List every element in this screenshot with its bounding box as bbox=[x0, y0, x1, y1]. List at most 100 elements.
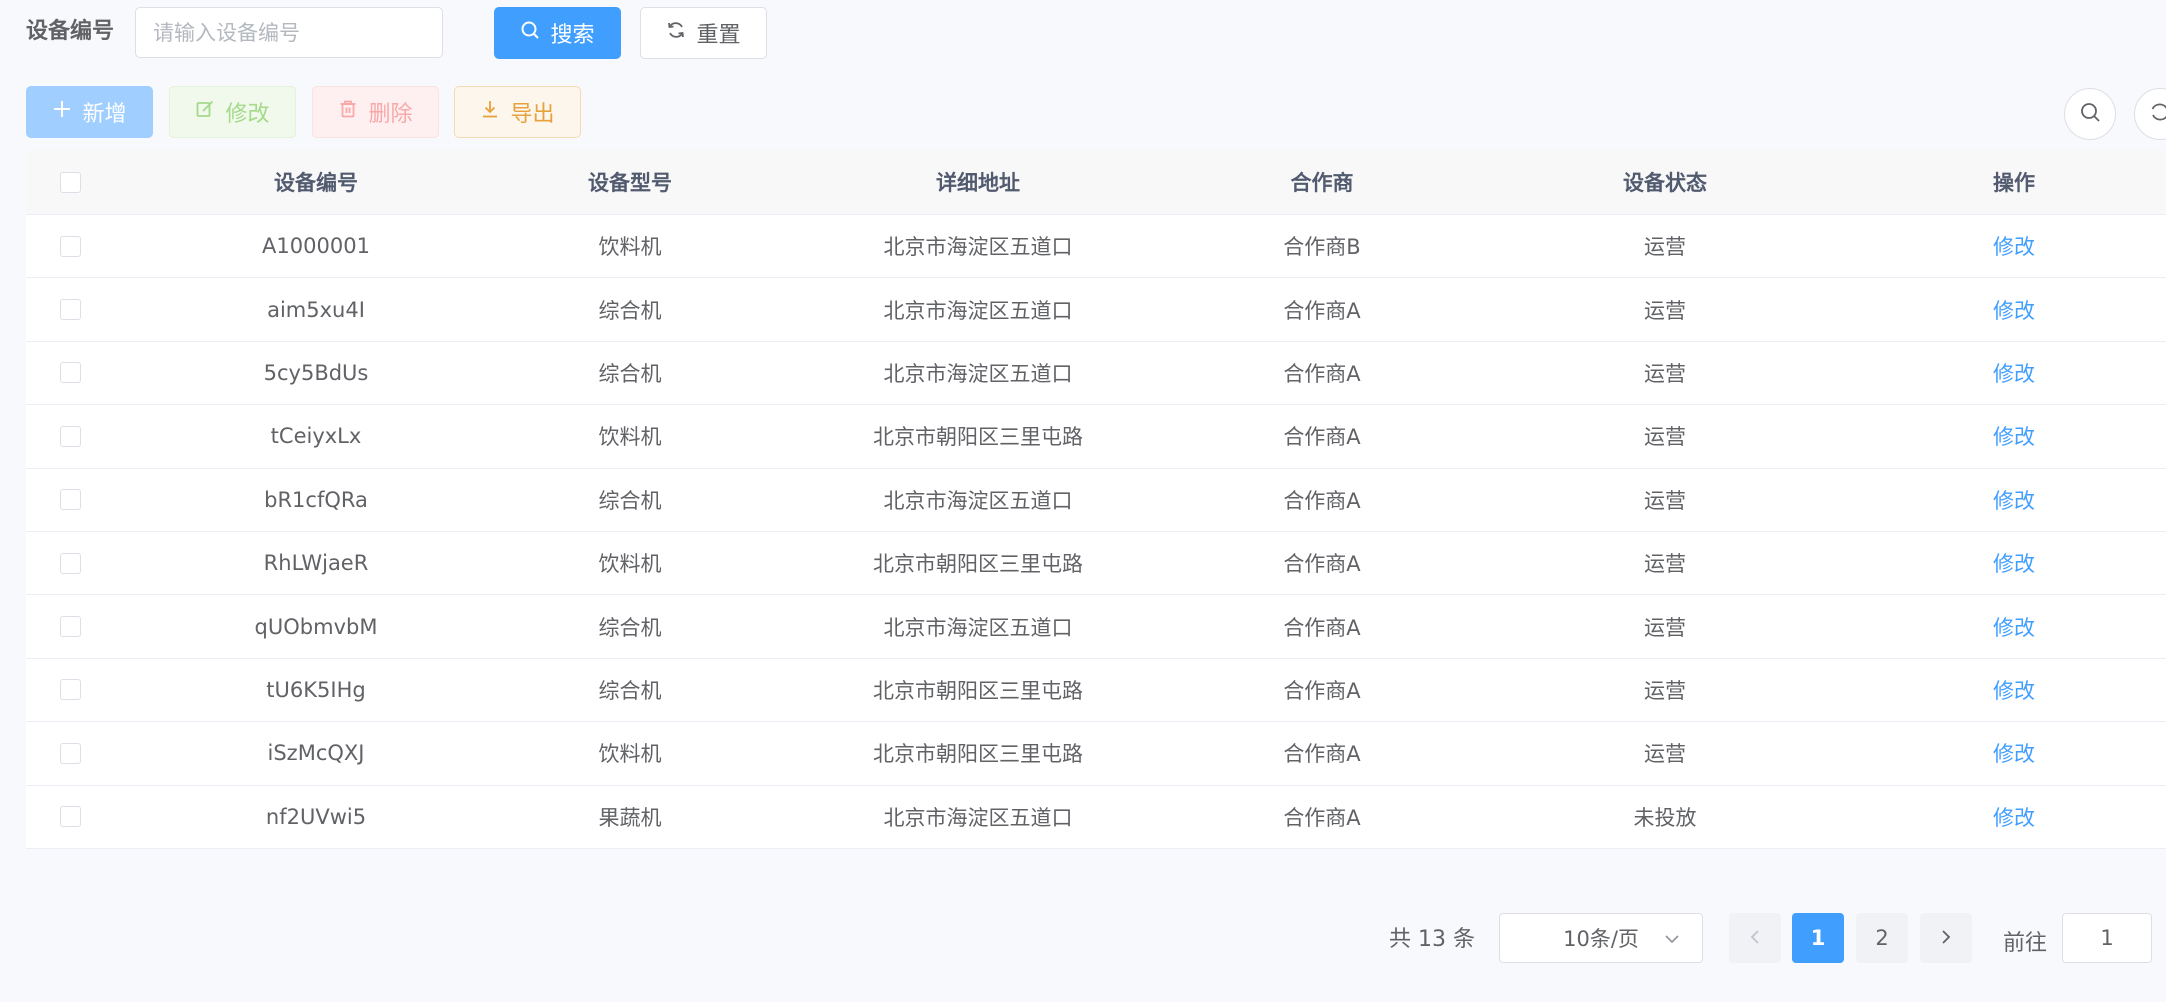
row-actions: 修改 bbox=[1812, 469, 2166, 531]
page-1-button[interactable]: 1 bbox=[1792, 913, 1844, 963]
device-model-cell: 综合机 bbox=[598, 298, 662, 323]
trash-icon bbox=[338, 99, 358, 125]
device-model-cell: 饮料机 bbox=[598, 742, 662, 767]
plus-icon bbox=[52, 99, 72, 125]
row-checkbox-cell bbox=[26, 278, 114, 340]
row-edit-link[interactable]: 修改 bbox=[1993, 231, 2035, 261]
page-size-value: 10条/页 bbox=[1563, 927, 1639, 951]
row-checkbox-cell bbox=[26, 532, 114, 594]
page-2-button[interactable]: 2 bbox=[1856, 913, 1908, 963]
table-row: tU6K5IHg 综合机 北京市朝阳区三里屯路 合作商A 运营 修改 bbox=[26, 658, 2166, 723]
row-checkbox[interactable] bbox=[59, 742, 81, 764]
row-checkbox[interactable] bbox=[59, 806, 81, 828]
edit-button-label: 修改 bbox=[225, 102, 270, 127]
row-checkbox[interactable] bbox=[59, 299, 81, 321]
refresh-icon bbox=[666, 20, 686, 46]
device-model-cell: 综合机 bbox=[598, 678, 662, 703]
table-row: 5cy5BdUs 综合机 北京市海淀区五道口 合作商A 运营 修改 bbox=[26, 341, 2166, 406]
row-actions: 修改 bbox=[1812, 278, 2166, 340]
table-row: A1000001 饮料机 北京市海淀区五道口 合作商B 运营 修改 bbox=[26, 215, 2166, 279]
row-edit-link[interactable]: 修改 bbox=[1993, 548, 2035, 578]
device-model-cell: 果蔬机 bbox=[598, 805, 662, 830]
row-actions: 修改 bbox=[1812, 595, 2166, 657]
table-row: tCeiyxLx 饮料机 北京市朝阳区三里屯路 合作商A 运营 修改 bbox=[26, 405, 2166, 469]
select-all-checkbox[interactable] bbox=[59, 171, 81, 193]
row-actions: 修改 bbox=[1812, 659, 2166, 721]
page-size-select[interactable]: 10条/页 bbox=[1499, 913, 1703, 963]
next-page-button[interactable] bbox=[1920, 913, 1972, 963]
row-edit-link[interactable]: 修改 bbox=[1993, 485, 2035, 515]
row-edit-link[interactable]: 修改 bbox=[1993, 738, 2035, 768]
device-code-label: 设备编号 bbox=[26, 19, 115, 44]
delete-button-label: 删除 bbox=[368, 102, 413, 127]
search-icon bbox=[2079, 101, 2101, 127]
row-checkbox[interactable] bbox=[59, 489, 81, 511]
row-checkbox-cell bbox=[26, 722, 114, 784]
row-edit-link[interactable]: 修改 bbox=[1993, 675, 2035, 705]
row-checkbox[interactable] bbox=[59, 425, 81, 447]
header-device-status: 设备状态 bbox=[1623, 171, 1707, 195]
search-button[interactable]: 搜索 bbox=[494, 7, 621, 59]
edit-button[interactable]: 修改 bbox=[169, 86, 296, 138]
table-row: RhLWjaeR 饮料机 北京市朝阳区三里屯路 合作商A 运营 修改 bbox=[26, 531, 2166, 596]
row-checkbox-cell bbox=[26, 215, 114, 277]
row-edit-link[interactable]: 修改 bbox=[1993, 295, 2035, 325]
reset-button-label: 重置 bbox=[696, 23, 741, 48]
header-checkbox-cell bbox=[26, 150, 114, 214]
table-row: aim5xu4I 综合机 北京市海淀区五道口 合作商A 运营 修改 bbox=[26, 278, 2166, 342]
row-checkbox[interactable] bbox=[59, 235, 81, 257]
device-table: 设备编号 设备型号 详细地址 合作商 设备状态 操作 A1000001 饮料机 … bbox=[26, 150, 2166, 849]
row-actions: 修改 bbox=[1812, 342, 2166, 404]
row-checkbox-cell bbox=[26, 659, 114, 721]
row-checkbox[interactable] bbox=[59, 362, 81, 384]
row-edit-link[interactable]: 修改 bbox=[1993, 802, 2035, 832]
row-checkbox[interactable] bbox=[59, 616, 81, 638]
add-button-label: 新增 bbox=[82, 102, 127, 127]
row-actions: 修改 bbox=[1812, 786, 2166, 848]
row-edit-link[interactable]: 修改 bbox=[1993, 421, 2035, 451]
pagination-total: 共 13 条 bbox=[1389, 927, 1475, 952]
status-cell: 运营 bbox=[1644, 361, 1686, 386]
status-cell: 运营 bbox=[1644, 742, 1686, 767]
device-management-page: 设备编号 搜索 重置 新增 修改 删除 导出 bbox=[0, 0, 2166, 1002]
toggle-search-button[interactable] bbox=[2064, 88, 2116, 140]
device-model-cell: 饮料机 bbox=[598, 235, 662, 260]
device-model-cell: 综合机 bbox=[598, 361, 662, 386]
row-checkbox-cell bbox=[26, 342, 114, 404]
row-checkbox[interactable] bbox=[59, 552, 81, 574]
status-cell: 运营 bbox=[1644, 235, 1686, 260]
download-icon bbox=[480, 99, 500, 125]
row-checkbox-cell bbox=[26, 595, 114, 657]
delete-button[interactable]: 删除 bbox=[312, 86, 439, 138]
row-actions: 修改 bbox=[1812, 215, 2166, 277]
row-edit-link[interactable]: 修改 bbox=[1993, 358, 2035, 388]
table-row: nf2UVwi5 果蔬机 北京市海淀区五道口 合作商A 未投放 修改 bbox=[26, 785, 2166, 849]
status-cell: 运营 bbox=[1644, 678, 1686, 703]
row-checkbox-cell bbox=[26, 469, 114, 531]
device-model-cell: 综合机 bbox=[598, 615, 662, 640]
row-checkbox[interactable] bbox=[59, 679, 81, 701]
add-button[interactable]: 新增 bbox=[26, 86, 153, 138]
goto-page-input[interactable] bbox=[2062, 913, 2152, 963]
device-model-cell: 综合机 bbox=[598, 488, 662, 513]
status-cell: 运营 bbox=[1644, 488, 1686, 513]
row-actions: 修改 bbox=[1812, 722, 2166, 784]
table-row: bR1cfQRa 综合机 北京市海淀区五道口 合作商A 运营 修改 bbox=[26, 468, 2166, 532]
table-row: qUObmvbM 综合机 北京市海淀区五道口 合作商A 运营 修改 bbox=[26, 595, 2166, 659]
search-button-label: 搜索 bbox=[550, 23, 595, 48]
status-cell: 运营 bbox=[1644, 425, 1686, 450]
reset-button[interactable]: 重置 bbox=[640, 7, 767, 59]
prev-page-button[interactable] bbox=[1729, 913, 1781, 963]
refresh-table-button[interactable] bbox=[2134, 88, 2166, 140]
header-operation: 操作 bbox=[1993, 171, 2035, 195]
table-row: iSzMcQXJ 饮料机 北京市朝阳区三里屯路 合作商A 运营 修改 bbox=[26, 722, 2166, 786]
chevron-right-icon bbox=[1938, 926, 1954, 950]
status-cell: 运营 bbox=[1644, 552, 1686, 577]
export-button[interactable]: 导出 bbox=[454, 86, 581, 138]
chevron-left-icon bbox=[1747, 926, 1763, 950]
row-checkbox-cell bbox=[26, 786, 114, 848]
device-code-input[interactable] bbox=[135, 7, 443, 58]
row-actions: 修改 bbox=[1812, 405, 2166, 467]
row-edit-link[interactable]: 修改 bbox=[1993, 612, 2035, 642]
row-checkbox-cell bbox=[26, 405, 114, 467]
